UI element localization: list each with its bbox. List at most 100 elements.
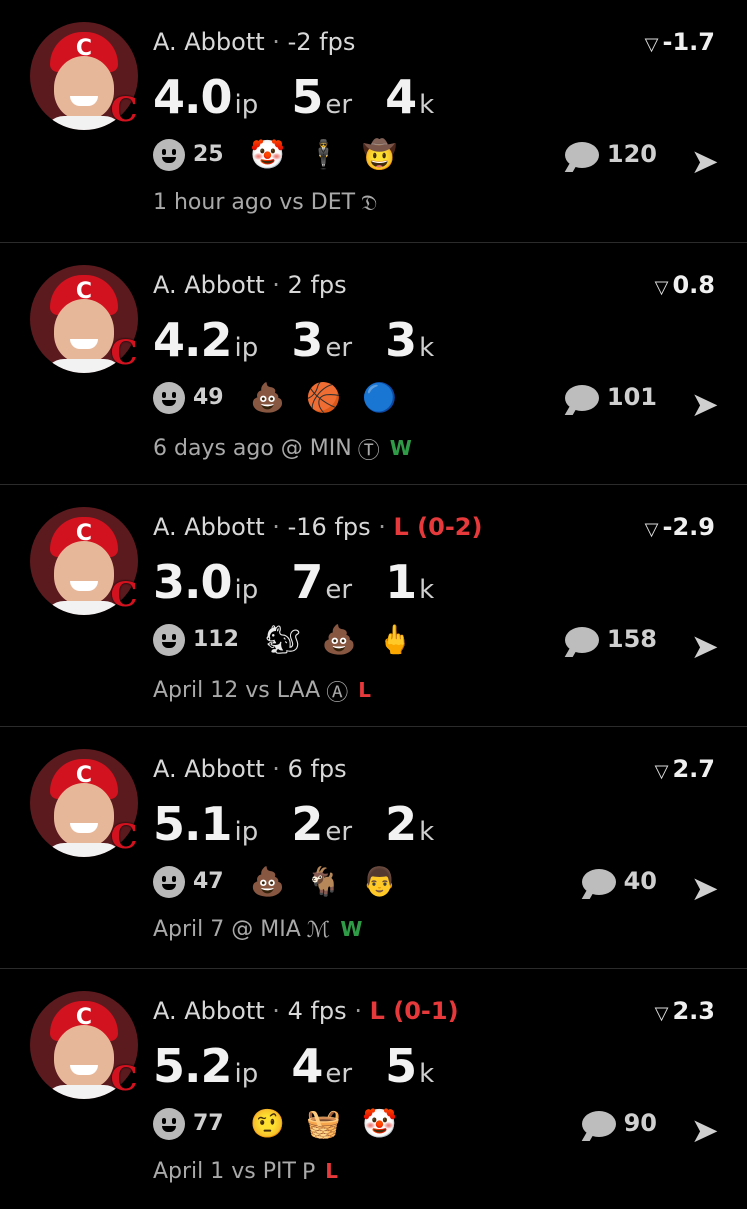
game-time-opponent[interactable]: April 12 vs LAA [153,678,320,703]
game-card[interactable]: C C A. Abbott · -2 fps · ▽-1.7 4.0ip 5er… [0,0,747,240]
reaction-bar: 49 💩 🏀 🔵 [153,381,418,414]
score-badge[interactable]: ▽ 0.8 [655,271,715,299]
reaction-count[interactable]: 25 [193,142,224,167]
add-reaction-smiley-icon[interactable] [153,138,185,171]
earned-runs-value: 5 [291,70,323,124]
separator: · [272,997,280,1025]
reaction-emoji-2[interactable]: 🕴 [306,138,342,171]
game-time-opponent[interactable]: April 1 vs PIT [153,1159,296,1184]
reds-logo-icon: C [110,1059,138,1099]
add-reaction-smiley-icon[interactable] [153,623,185,656]
game-feed: C C A. Abbott · -2 fps · ▽-1.7 4.0ip 5er… [0,0,747,1200]
game-info: April 1 vs PIT P L [153,1159,338,1185]
stat-strikeouts: 4k [385,70,434,124]
share-icon[interactable]: ➤ [691,385,720,425]
game-time-opponent[interactable]: 1 hour ago vs DET [153,190,355,215]
reaction-emoji-3[interactable]: 👨 [362,865,398,898]
reaction-emoji-3[interactable]: 🔵 [362,381,398,414]
reaction-emoji-3[interactable]: 🖕 [377,623,413,656]
opponent-logo-icon: P [301,1159,316,1185]
game-card[interactable]: C C A. Abbott · 6 fps · ▽2.7 5.1ip 2er 2… [0,726,747,967]
reaction-emoji-2[interactable]: 💩 [321,623,357,656]
earned-runs-value: 3 [291,313,323,367]
score-badge[interactable]: ▽ -2.9 [645,513,715,541]
comment-count: 158 [606,625,657,653]
stat-earned-runs: 3 er [291,313,352,367]
score-arrow-icon: ▽ [654,761,669,782]
innings-value: 5.1 [153,797,232,851]
reaction-emoji-1[interactable]: 🐿 [265,623,301,656]
reaction-emoji-1[interactable]: 🤡 [250,138,286,171]
reds-logo-icon: C [110,817,138,857]
separator: · [272,755,280,783]
reaction-emoji-2[interactable]: 🏀 [306,381,342,414]
fps-value: 6 fps [287,755,347,783]
game-time-opponent[interactable]: April 7 @ MIA [153,917,301,942]
score-badge[interactable]: ▽ 2.3 [655,997,715,1025]
score-arrow-icon: ▽ [654,277,669,298]
score-badge[interactable]: ▽ 2.7 [655,755,715,783]
fps-value: 4 fps [287,997,347,1025]
score-badge[interactable]: ▽ -1.7 [645,28,715,56]
add-reaction-smiley-icon[interactable] [153,381,185,414]
reaction-emoji-1[interactable]: 💩 [250,381,286,414]
game-time-opponent[interactable]: 6 days ago @ MIN [153,436,352,461]
comment-bubble-icon [581,1111,616,1137]
stat-strikeouts: 3k [385,313,434,367]
comments-button[interactable]: 40 [581,867,657,895]
comment-count: 120 [606,140,657,168]
score-arrow-icon: ▽ [644,34,659,55]
opponent-logo-icon: ℳ [306,917,331,943]
player-name[interactable]: A. Abbott [153,513,265,541]
reaction-emoji-2[interactable]: 🐐 [306,865,342,898]
game-info: 6 days ago @ MIN Ⓣ W [153,433,412,465]
reaction-bar: 77 🤨 🧺 🤡 [153,1107,418,1140]
share-icon[interactable]: ➤ [691,1111,720,1151]
win-loss-badge: W [389,436,412,460]
share-icon[interactable]: ➤ [691,627,720,667]
score-arrow-icon: ▽ [644,519,659,540]
comments-button[interactable]: 90 [581,1109,657,1137]
reaction-emoji-1[interactable]: 💩 [250,865,286,898]
stat-innings: 5.1 ip [153,797,258,851]
score-value: -1.7 [662,28,715,56]
comment-count: 90 [623,1109,657,1137]
opponent-logo-icon: Ⓣ [357,439,380,464]
reaction-emoji-3[interactable]: 🤡 [362,1107,398,1140]
innings-unit: ip [234,575,259,605]
reaction-emoji-2[interactable]: 🧺 [306,1107,342,1140]
innings-unit: ip [234,333,259,363]
player-name[interactable]: A. Abbott [153,755,265,783]
comment-count: 101 [606,383,657,411]
game-card[interactable]: C C A. Abbott · 4 fps · L (0-1) ▽ 2.3 5.2… [0,968,747,1209]
win-loss-badge: W [340,917,363,941]
card-header: A. Abbott · 4 fps · L (0-1) [153,997,459,1025]
face-shape [54,783,114,847]
player-name[interactable]: A. Abbott [153,997,265,1025]
score-value: 0.8 [672,271,715,299]
game-card[interactable]: C C A. Abbott · -16 fps · L (0-2) ▽ -2.9 … [0,484,747,725]
comments-button[interactable]: 101 [564,383,657,411]
stat-innings: 4.2 ip [153,313,258,367]
card-header: A. Abbott · 6 fps · [153,755,347,783]
reaction-count[interactable]: 47 [193,869,224,894]
stat-earned-runs: 2 er [291,797,352,851]
share-icon[interactable]: ➤ [691,869,720,909]
reaction-emoji-1[interactable]: 🤨 [250,1107,286,1140]
player-name[interactable]: A. Abbott [153,271,265,299]
game-card[interactable]: C C A. Abbott · 2 fps · ▽0.8 4.2ip 3er 3… [0,242,747,483]
stat-line: 5.1 ip 2 er 2k [153,797,462,851]
share-icon[interactable]: ➤ [691,142,720,182]
comments-button[interactable]: 120 [564,140,657,168]
reaction-count[interactable]: 49 [193,385,224,410]
stat-earned-runs: 4 er [291,1039,352,1093]
comments-button[interactable]: 158 [564,625,657,653]
add-reaction-smiley-icon[interactable] [153,865,185,898]
player-name[interactable]: A. Abbott [153,28,265,56]
add-reaction-smiley-icon[interactable] [153,1107,185,1140]
reaction-emoji-3[interactable]: 🤠 [362,138,398,171]
innings-unit: ip [234,1059,259,1089]
reaction-count[interactable]: 112 [193,627,239,652]
stat-earned-runs: 7 er [291,555,352,609]
reaction-count[interactable]: 77 [193,1111,224,1136]
